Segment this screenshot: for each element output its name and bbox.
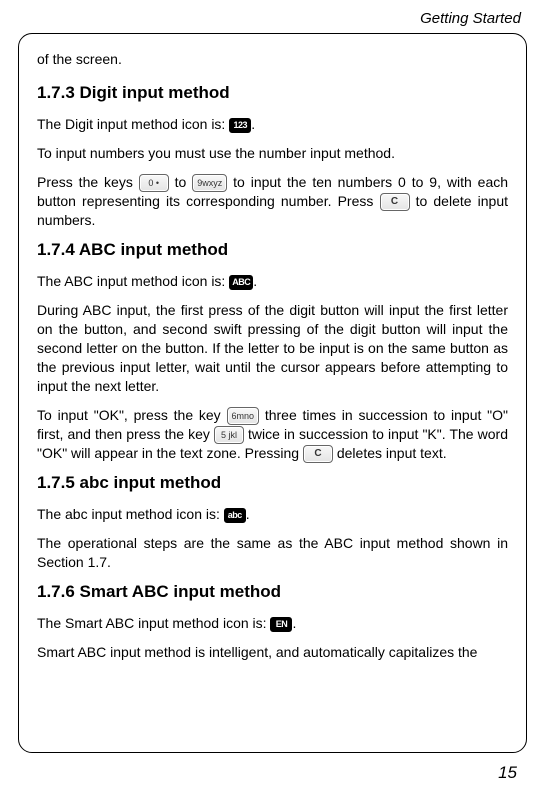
p-173-3: Press the keys 0 • to 9wxyz to input the… xyxy=(37,173,508,230)
abc-lower-method-icon: abc xyxy=(224,508,246,523)
text: . xyxy=(253,273,257,289)
p-174-3: To input "OK", press the key 6mno three … xyxy=(37,406,508,464)
key-c-icon: C xyxy=(380,193,410,211)
text: to xyxy=(175,174,193,190)
text: deletes input text. xyxy=(337,445,447,461)
running-header: Getting Started xyxy=(18,10,521,27)
heading-174: 1.7.4 ABC input method xyxy=(37,240,508,260)
key-6-icon: 6mno xyxy=(227,407,260,425)
heading-175: 1.7.5 abc input method xyxy=(37,473,508,493)
content-frame: of the screen. 1.7.3 Digit input method … xyxy=(18,33,527,753)
text: Press the keys xyxy=(37,174,139,190)
text: . xyxy=(246,506,250,522)
heading-176: 1.7.6 Smart ABC input method xyxy=(37,582,508,602)
smart-abc-method-icon: EN xyxy=(270,617,292,632)
p-174-1: The ABC input method icon is: ABC. xyxy=(37,272,508,291)
text: . xyxy=(251,116,255,132)
text: The abc input method icon is: xyxy=(37,506,224,522)
p-175-1: The abc input method icon is: abc. xyxy=(37,505,508,524)
page-number: 15 xyxy=(18,763,517,783)
abc-upper-method-icon: ABC xyxy=(229,275,253,290)
p-174-2: During ABC input, the first press of the… xyxy=(37,301,508,395)
heading-173: 1.7.3 Digit input method xyxy=(37,83,508,103)
p-175-2: The operational steps are the same as th… xyxy=(37,534,508,572)
key-5-icon: 5 jkl xyxy=(214,426,244,444)
page: Getting Started of the screen. 1.7.3 Dig… xyxy=(0,0,545,790)
key-9-icon: 9wxyz xyxy=(192,174,227,192)
text: . xyxy=(292,615,296,631)
text: To input "OK", press the key xyxy=(37,407,227,423)
p-176-1: The Smart ABC input method icon is: EN. xyxy=(37,614,508,633)
p-173-1: The Digit input method icon is: 123. xyxy=(37,115,508,134)
key-c-icon: C xyxy=(303,445,333,463)
digit-method-icon: 123 xyxy=(229,118,251,133)
key-0-icon: 0 • xyxy=(139,174,169,192)
text: The ABC input method icon is: xyxy=(37,273,229,289)
text: The Digit input method icon is: xyxy=(37,116,229,132)
text: The Smart ABC input method icon is: xyxy=(37,615,270,631)
fragment-top: of the screen. xyxy=(37,50,508,69)
p-176-2: Smart ABC input method is intelligent, a… xyxy=(37,643,508,662)
p-173-2: To input numbers you must use the number… xyxy=(37,144,508,163)
